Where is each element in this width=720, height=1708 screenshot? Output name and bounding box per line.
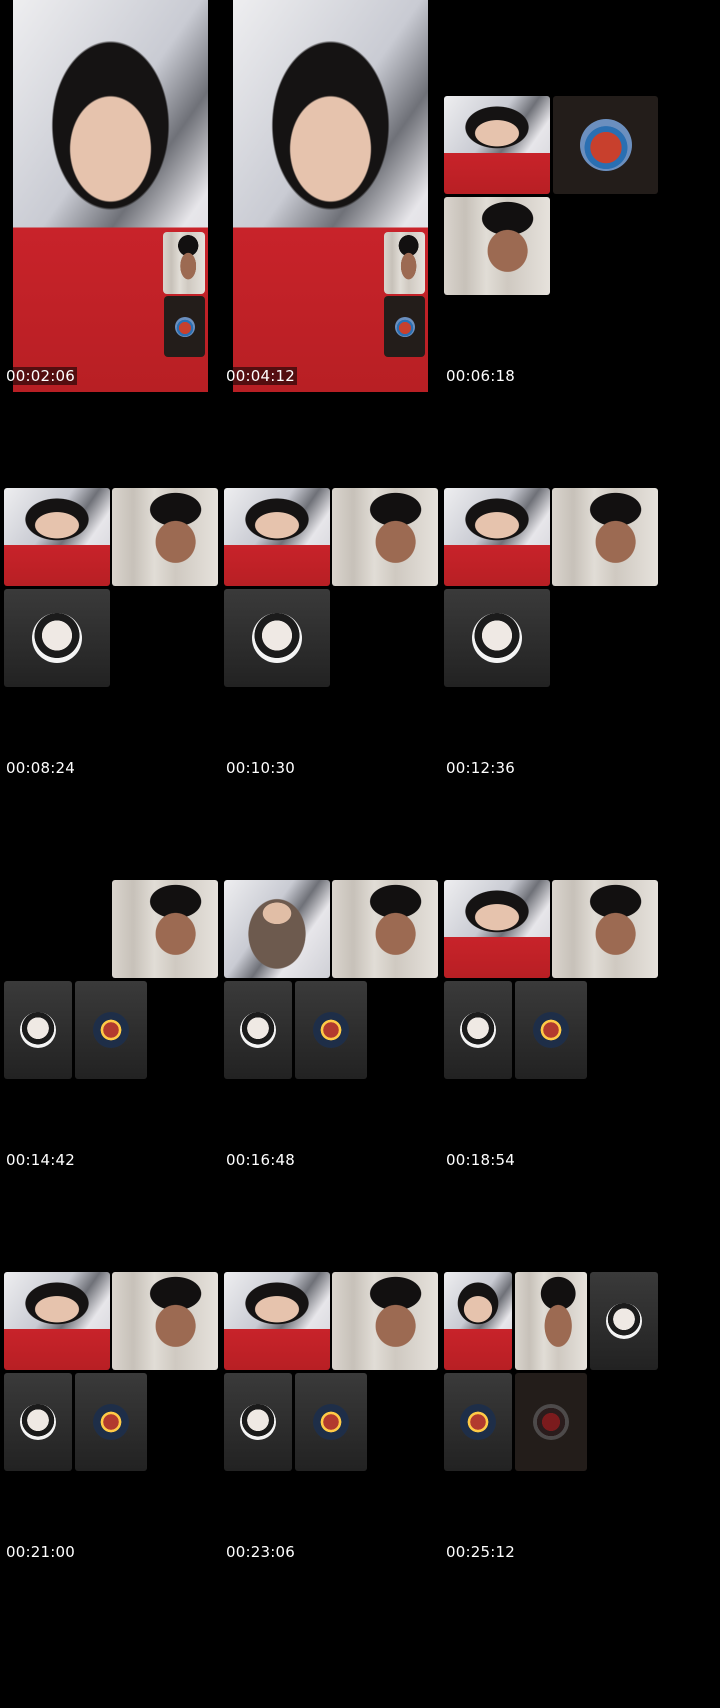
pip-avatar-tile bbox=[164, 296, 205, 357]
cap-avatar-icon bbox=[32, 613, 82, 663]
video-tile-girl bbox=[4, 1272, 110, 1370]
hero-avatar-icon bbox=[93, 1404, 129, 1440]
video-tile-boy bbox=[112, 880, 218, 978]
video-tile-boy bbox=[444, 197, 550, 295]
avatar-tile bbox=[4, 589, 110, 687]
pip-video-tile bbox=[384, 232, 425, 294]
avatar-tile bbox=[224, 1373, 292, 1471]
video-tile-boy bbox=[112, 1272, 218, 1370]
video-tile-girl bbox=[444, 96, 550, 194]
pip-video-tile bbox=[163, 232, 205, 294]
video-tile-girl bbox=[444, 488, 550, 586]
video-tile-boy bbox=[332, 488, 438, 586]
hero-avatar-icon bbox=[313, 1404, 349, 1440]
video-tile-boy bbox=[332, 880, 438, 978]
avatar-tile bbox=[590, 1272, 658, 1370]
timestamp: 00:06:18 bbox=[446, 367, 515, 385]
avatar-tile bbox=[444, 589, 550, 687]
thumbnail-7[interactable]: 00:14:42 bbox=[0, 784, 220, 1176]
thumbnail-9[interactable]: 00:18:54 bbox=[440, 784, 660, 1176]
cap-avatar-icon bbox=[252, 613, 302, 663]
timestamp: 00:02:06 bbox=[4, 367, 77, 385]
avatar-tile bbox=[295, 1373, 367, 1471]
thumbnail-2[interactable]: 00:04:12 bbox=[220, 0, 440, 392]
crab-avatar-icon bbox=[174, 316, 195, 337]
hero-avatar-icon bbox=[93, 1012, 129, 1048]
thumbnail-11[interactable]: 00:23:06 bbox=[220, 1176, 440, 1568]
thumbnail-4[interactable]: 00:08:24 bbox=[0, 392, 220, 784]
cap-avatar-icon bbox=[20, 1404, 56, 1440]
thumbnail-1[interactable]: 00:02:06 bbox=[0, 0, 220, 392]
thumbnail-10[interactable]: 00:21:00 bbox=[0, 1176, 220, 1568]
avatar-tile bbox=[4, 1373, 72, 1471]
avatar-tile bbox=[515, 981, 587, 1079]
car-avatar-icon bbox=[533, 1404, 569, 1440]
timestamp: 00:18:54 bbox=[446, 1151, 515, 1169]
avatar-tile bbox=[295, 981, 367, 1079]
thumbnail-12[interactable]: 00:25:12 bbox=[440, 1176, 660, 1568]
cap-avatar-icon bbox=[606, 1303, 642, 1339]
video-tile-girl bbox=[224, 488, 330, 586]
cap-avatar-icon bbox=[240, 1404, 276, 1440]
cap-avatar-icon bbox=[240, 1012, 276, 1048]
hero-avatar-icon bbox=[313, 1012, 349, 1048]
timestamp: 00:12:36 bbox=[446, 759, 515, 777]
avatar-tile bbox=[515, 1373, 587, 1471]
avatar-tile bbox=[75, 1373, 147, 1471]
thumbnail-8[interactable]: 00:16:48 bbox=[220, 784, 440, 1176]
thumbnail-3[interactable]: 00:06:18 bbox=[440, 0, 660, 392]
pip-avatar-tile bbox=[384, 296, 425, 357]
crab-avatar-icon bbox=[394, 316, 415, 337]
video-tile-girl bbox=[224, 1272, 330, 1370]
thumbnail-6[interactable]: 00:12:36 bbox=[440, 392, 660, 784]
video-tile-girl bbox=[444, 1272, 512, 1370]
timestamp: 00:14:42 bbox=[6, 1151, 75, 1169]
cap-avatar-icon bbox=[460, 1012, 496, 1048]
avatar-tile bbox=[224, 981, 292, 1079]
timestamp: 00:21:00 bbox=[6, 1543, 75, 1561]
video-tile-boy bbox=[515, 1272, 587, 1370]
avatar-tile bbox=[75, 981, 147, 1079]
avatar-tile bbox=[444, 1373, 512, 1471]
avatar-tile bbox=[444, 981, 512, 1079]
hero-avatar-icon bbox=[460, 1404, 496, 1440]
hero-avatar-icon bbox=[533, 1012, 569, 1048]
timestamp: 00:23:06 bbox=[226, 1543, 295, 1561]
timestamp: 00:25:12 bbox=[446, 1543, 515, 1561]
timestamp: 00:08:24 bbox=[6, 759, 75, 777]
avatar-tile bbox=[553, 96, 658, 194]
timestamp: 00:10:30 bbox=[226, 759, 295, 777]
video-tile-boy bbox=[112, 488, 218, 586]
cap-avatar-icon bbox=[472, 613, 522, 663]
crab-avatar-icon bbox=[579, 119, 632, 171]
video-tile-hijab bbox=[224, 880, 330, 978]
cap-avatar-icon bbox=[20, 1012, 56, 1048]
video-tile-girl bbox=[444, 880, 550, 978]
avatar-tile bbox=[4, 981, 72, 1079]
timestamp: 00:04:12 bbox=[224, 367, 297, 385]
avatar-tile bbox=[224, 589, 330, 687]
video-tile-boy bbox=[552, 880, 658, 978]
thumbnail-5[interactable]: 00:10:30 bbox=[220, 392, 440, 784]
video-tile-boy bbox=[552, 488, 658, 586]
timestamp: 00:16:48 bbox=[226, 1151, 295, 1169]
video-tile-girl bbox=[4, 488, 110, 586]
video-tile-boy bbox=[332, 1272, 438, 1370]
